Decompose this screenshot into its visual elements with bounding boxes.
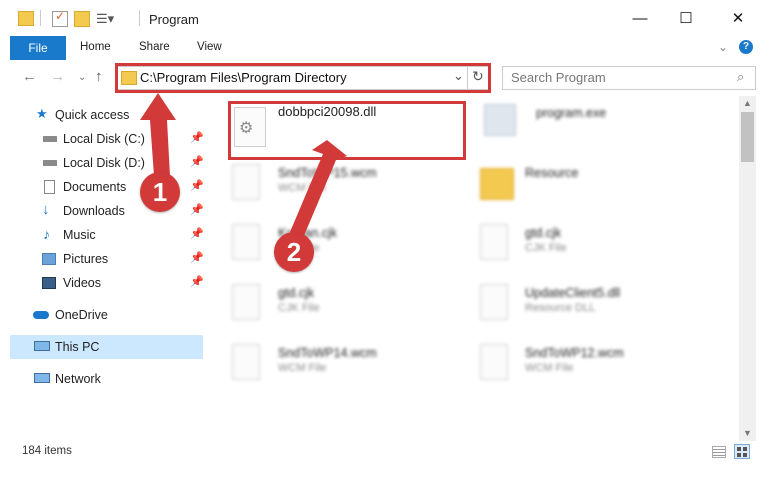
item-count: 184 items: [22, 445, 72, 457]
annotation-arrow-2: [290, 140, 347, 238]
annotation-arrow-1: [140, 93, 176, 176]
scroll-up-icon[interactable]: ▲: [743, 98, 752, 108]
status-bar: [0, 441, 769, 465]
step-badge-2: 2: [274, 232, 314, 272]
scroll-down-icon[interactable]: ▼: [743, 428, 752, 438]
step-badge-1: 1: [140, 172, 180, 212]
details-view-icon[interactable]: [712, 446, 726, 458]
annotation-arrows: [140, 93, 347, 238]
large-icons-view-icon[interactable]: [734, 444, 750, 459]
scrollbar-thumb[interactable]: [741, 112, 754, 162]
